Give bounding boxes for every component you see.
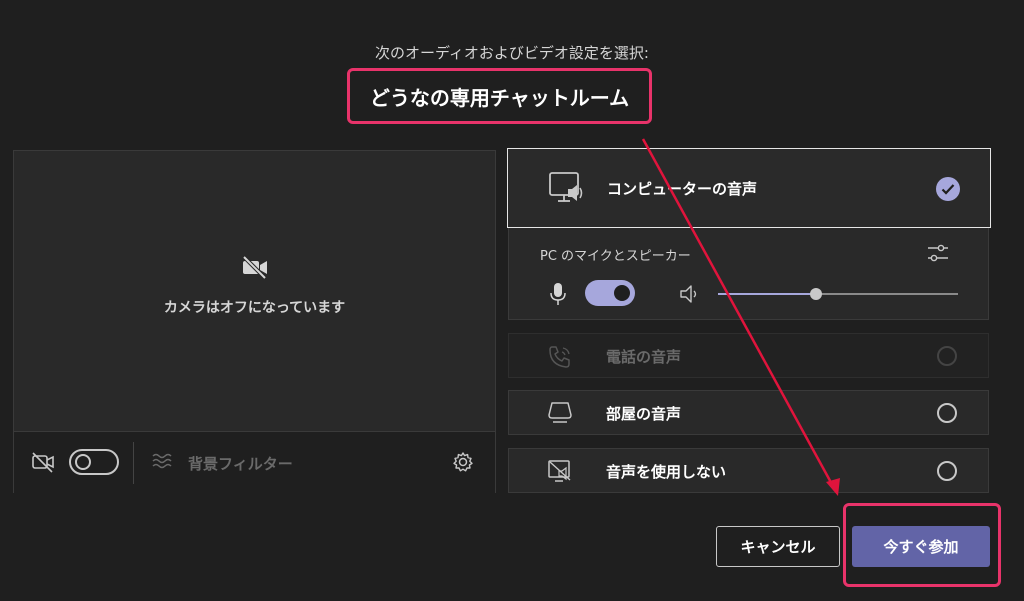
gear-icon[interactable] (452, 451, 474, 477)
no-audio-option[interactable]: 音声を使用しない (508, 448, 989, 493)
prejoin-subtitle: 次のオーディオおよびビデオ設定を選択: (374, 44, 649, 62)
pc-devices-panel: PC のマイクとスピーカー (508, 228, 989, 320)
camera-preview: カメラはオフになっています 背景フィルター (13, 150, 496, 493)
speaker-off-icon (547, 459, 573, 487)
video-off-icon (31, 451, 55, 477)
preview-controls: 背景フィルター (14, 431, 495, 493)
room-device-icon (547, 401, 573, 429)
no-audio-label: 音声を使用しない (606, 463, 727, 481)
pc-devices-label: PC のマイクとスピーカー (540, 249, 691, 264)
camera-preview-area: カメラはオフになっています (14, 151, 495, 431)
volume-slider-fill (718, 293, 816, 295)
room-audio-option[interactable]: 部屋の音声 (508, 390, 989, 435)
cancel-button[interactable]: キャンセル (716, 526, 840, 567)
phone-audio-radio[interactable] (937, 346, 957, 366)
camera-toggle-knob (75, 454, 91, 470)
background-filter-label[interactable]: 背景フィルター (188, 453, 293, 474)
phone-audio-option[interactable]: 電話の音声 (508, 333, 989, 378)
no-audio-radio[interactable] (937, 461, 957, 481)
camera-off-message: カメラはオフになっています (163, 300, 346, 316)
meeting-title-highlight: どうなの専用チャットルーム (347, 68, 652, 124)
computer-audio-option[interactable]: コンピューターの音声 (507, 148, 991, 228)
camera-toggle[interactable] (69, 449, 119, 475)
phone-icon (547, 344, 573, 374)
room-audio-label: 部屋の音声 (606, 405, 682, 423)
device-settings-icon[interactable] (927, 242, 949, 268)
meeting-title: どうなの専用チャットルーム (369, 85, 630, 110)
controls-divider (133, 442, 134, 484)
microphone-icon (550, 282, 566, 310)
join-now-button[interactable]: 今すぐ参加 (852, 526, 990, 567)
volume-slider[interactable] (718, 288, 958, 300)
camera-off-icon (241, 255, 269, 283)
microphone-toggle-knob (614, 285, 630, 301)
checkmark-icon (936, 177, 960, 201)
room-audio-radio[interactable] (937, 403, 957, 423)
phone-audio-label: 電話の音声 (606, 348, 682, 366)
computer-audio-label: コンピューターの音声 (607, 180, 758, 198)
background-filter-icon (151, 452, 175, 476)
computer-speaker-icon (548, 171, 586, 209)
microphone-toggle[interactable] (585, 280, 635, 306)
volume-slider-handle[interactable] (810, 288, 822, 300)
speaker-volume-icon (679, 283, 701, 309)
